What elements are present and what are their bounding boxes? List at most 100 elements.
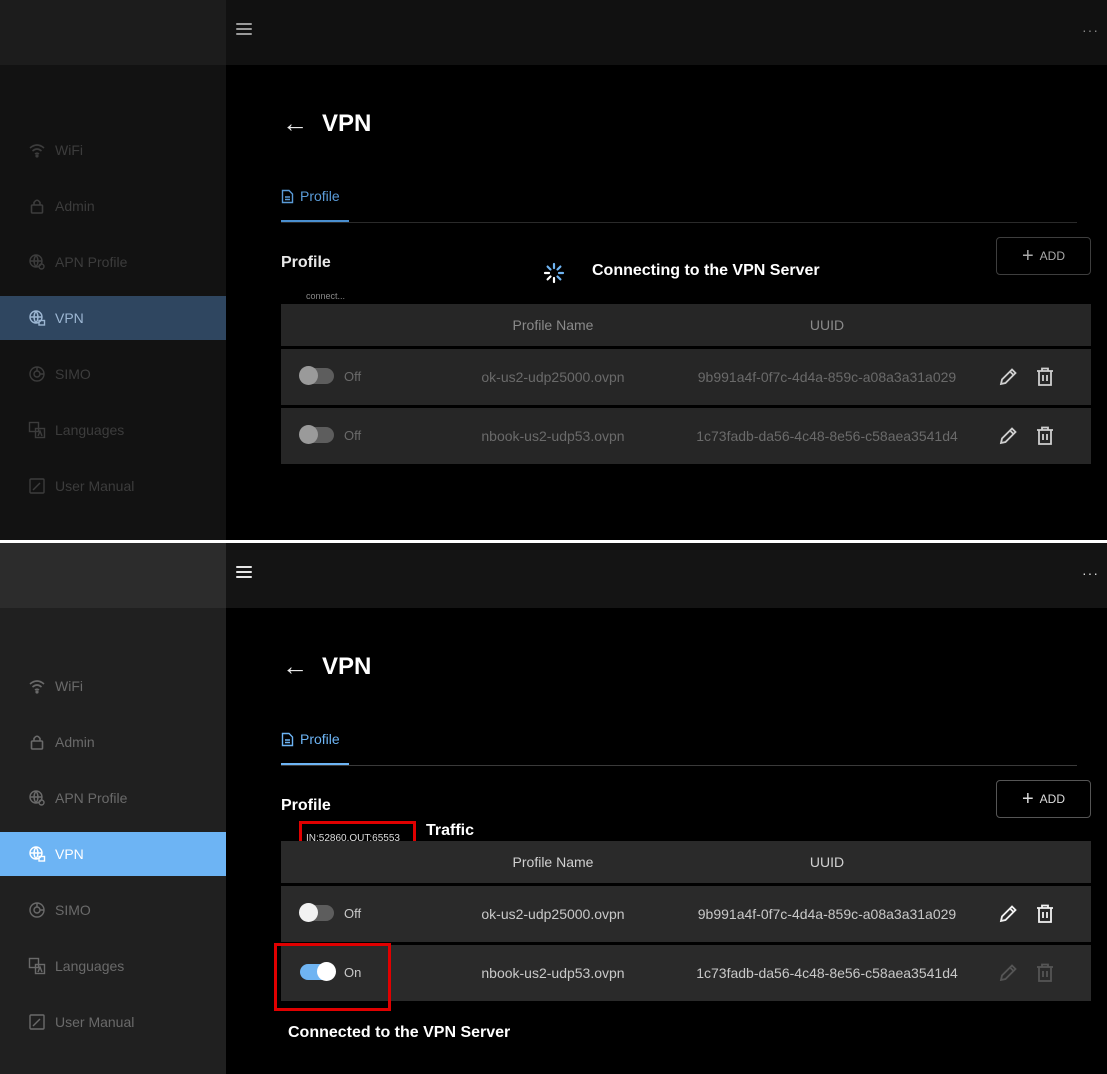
- globe-gear-icon: [28, 789, 46, 807]
- sidebar-item-label: User Manual: [55, 478, 135, 494]
- header-profile-name: Profile Name: [512, 854, 594, 870]
- trash-icon[interactable]: [1033, 365, 1057, 389]
- globe-gear-icon: [28, 253, 46, 271]
- more-options-icon[interactable]: ···: [1082, 22, 1099, 38]
- plus-icon: +: [1021, 245, 1034, 267]
- sidebar-item-wifi[interactable]: WiFi: [0, 664, 226, 708]
- table-row: Off ok-us2-udp25000.ovpn 9b991a4f-0f7c-4…: [281, 886, 1091, 942]
- traffic-annotation: Traffic: [426, 822, 475, 839]
- trash-icon[interactable]: [1033, 902, 1057, 926]
- back-arrow-icon[interactable]: ←: [282, 108, 308, 139]
- add-profile-button[interactable]: + ADD: [996, 780, 1091, 818]
- sidebar-item-simo[interactable]: SIMO: [0, 352, 226, 396]
- manual-icon: [28, 1013, 46, 1031]
- vpn-toggle[interactable]: [299, 903, 334, 922]
- hamburger-menu-icon[interactable]: [236, 23, 252, 39]
- hamburger-menu-icon[interactable]: [236, 566, 252, 582]
- table-header: Profile Name UUID: [281, 304, 1091, 346]
- tab-profile[interactable]: Profile: [281, 189, 340, 223]
- tab-label: Profile: [300, 188, 340, 204]
- sidebar-item-label: Admin: [55, 734, 95, 750]
- table-row: On nbook-us2-udp53.ovpn 1c73fadb-da56-4c…: [281, 945, 1091, 1001]
- profile-name: nbook-us2-udp53.ovpn: [481, 428, 625, 444]
- lock-icon: [28, 197, 46, 215]
- wifi-icon: [28, 141, 46, 159]
- sidebar-item-label: User Manual: [55, 1014, 135, 1030]
- trash-icon: [1033, 961, 1057, 985]
- sidebar-item-admin[interactable]: Admin: [0, 720, 226, 764]
- simo-icon: [28, 901, 46, 919]
- sidebar-item-label: VPN: [55, 846, 84, 862]
- top-bar: ···: [226, 543, 1107, 608]
- document-icon: [281, 732, 294, 747]
- sidebar-item-label: APN Profile: [55, 790, 128, 806]
- header-profile-name: Profile Name: [512, 317, 594, 333]
- sidebar-item-label: Languages: [55, 422, 125, 438]
- globe-lock-icon: [28, 845, 46, 863]
- profile-name: ok-us2-udp25000.ovpn: [481, 369, 625, 385]
- section-title: Profile: [281, 254, 331, 271]
- sidebar-item-languages[interactable]: Languages: [0, 408, 226, 452]
- globe-lock-icon: [28, 309, 46, 327]
- profile-name: nbook-us2-udp53.ovpn: [481, 965, 625, 981]
- sidebar-item-user-manual[interactable]: User Manual: [0, 464, 226, 508]
- sidebar-item-label: APN Profile: [55, 254, 128, 270]
- vpn-screen-connected: ··· WiFi Admin APN Profile VPN SIMO Lang…: [0, 543, 1107, 1074]
- sidebar-item-vpn[interactable]: VPN: [0, 832, 226, 876]
- sidebar-item-wifi[interactable]: WiFi: [0, 128, 226, 172]
- sidebar-item-label: WiFi: [55, 678, 83, 694]
- edit-pencil-icon[interactable]: [997, 903, 1019, 925]
- profile-uuid: 1c73fadb-da56-4c48-8e56-c58aea3541d4: [696, 965, 958, 981]
- profile-table: Profile Name UUID Off ok-us2-udp25000.ov…: [281, 304, 1091, 464]
- sidebar: WiFi Admin APN Profile VPN SIMO Language…: [0, 65, 226, 540]
- vpn-screen-connecting: ··· WiFi Admin APN Profile VPN SIMO Lang…: [0, 0, 1107, 540]
- back-arrow-icon[interactable]: ←: [282, 651, 308, 682]
- profile-uuid: 9b991a4f-0f7c-4d4a-859c-a08a3a31a029: [697, 369, 957, 385]
- tab-divider: [281, 222, 1077, 223]
- page-header: ← VPN: [282, 651, 371, 682]
- toggle-state-label: Off: [344, 906, 362, 921]
- sidebar-item-languages[interactable]: Languages: [0, 944, 226, 988]
- vpn-toggle[interactable]: [299, 366, 334, 385]
- top-bar: ···: [226, 0, 1107, 65]
- sidebar-item-user-manual[interactable]: User Manual: [0, 1000, 226, 1044]
- lock-icon: [28, 733, 46, 751]
- sidebar-item-label: VPN: [55, 310, 84, 326]
- tab-profile[interactable]: Profile: [281, 732, 340, 766]
- sidebar-item-label: Admin: [55, 198, 95, 214]
- main-content: ← VPN Profile Profile connect... Connect…: [226, 65, 1107, 540]
- loading-spinner-icon: [543, 262, 565, 284]
- profile-uuid: 9b991a4f-0f7c-4d4a-859c-a08a3a31a029: [697, 906, 957, 922]
- sidebar-header: [0, 0, 226, 65]
- edit-pencil-icon: [997, 962, 1019, 984]
- sidebar-item-label: SIMO: [55, 902, 91, 918]
- sidebar-item-admin[interactable]: Admin: [0, 184, 226, 228]
- header-uuid: UUID: [809, 854, 845, 870]
- table-row: Off nbook-us2-udp53.ovpn 1c73fadb-da56-4…: [281, 408, 1091, 464]
- translate-icon: [28, 957, 46, 975]
- sidebar-item-apn-profile[interactable]: APN Profile: [0, 776, 226, 820]
- edit-pencil-icon[interactable]: [997, 366, 1019, 388]
- manual-icon: [28, 477, 46, 495]
- profile-table: Profile Name UUID Off ok-us2-udp25000.ov…: [281, 841, 1091, 1001]
- connected-annotation: Connected to the VPN Server: [288, 1024, 511, 1041]
- edit-pencil-icon[interactable]: [997, 425, 1019, 447]
- more-options-icon[interactable]: ···: [1082, 565, 1099, 581]
- translate-icon: [28, 421, 46, 439]
- plus-icon: +: [1021, 788, 1034, 810]
- page-header: ← VPN: [282, 108, 371, 139]
- wifi-icon: [28, 677, 46, 695]
- toggle-state-label: Off: [344, 369, 362, 384]
- sidebar-item-simo[interactable]: SIMO: [0, 888, 226, 932]
- sidebar-item-apn-profile[interactable]: APN Profile: [0, 240, 226, 284]
- page-title: VPN: [322, 109, 372, 137]
- tab-divider: [281, 765, 1077, 766]
- add-profile-button[interactable]: + ADD: [996, 237, 1091, 275]
- table-row: Off ok-us2-udp25000.ovpn 9b991a4f-0f7c-4…: [281, 349, 1091, 405]
- simo-icon: [28, 365, 46, 383]
- trash-icon[interactable]: [1033, 424, 1057, 448]
- connecting-annotation: Connecting to the VPN Server: [592, 262, 820, 279]
- sidebar-item-vpn[interactable]: VPN: [0, 296, 226, 340]
- toggle-highlight-box: [274, 943, 391, 1011]
- vpn-toggle[interactable]: [299, 425, 334, 444]
